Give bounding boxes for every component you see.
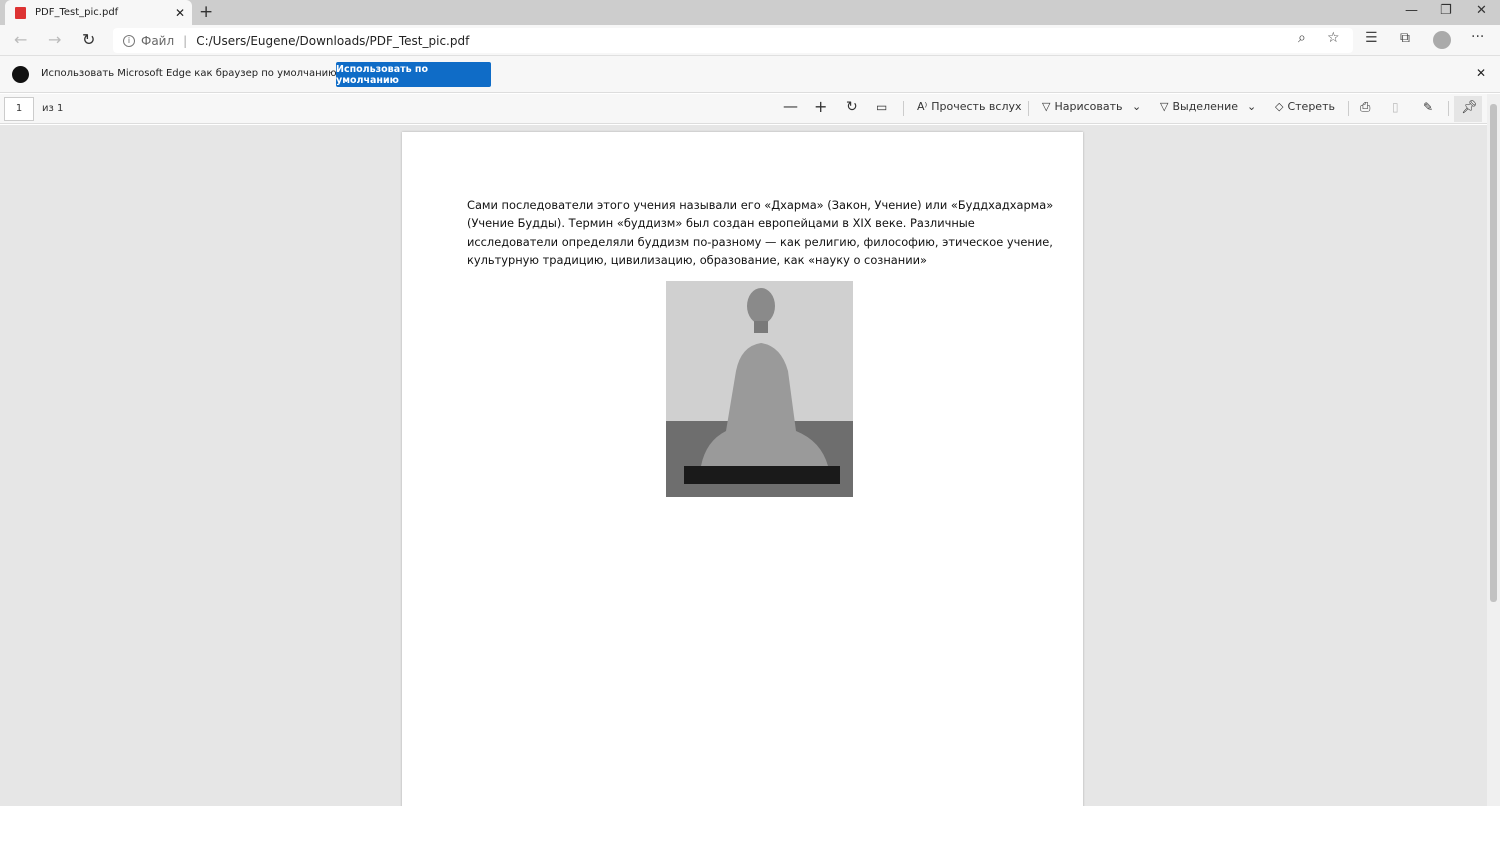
page-number-input[interactable]: 1 <box>4 97 34 121</box>
vertical-scrollbar[interactable] <box>1487 94 1500 806</box>
save-as-icon[interactable]: ✎ <box>1423 100 1433 114</box>
pen-icon: ▽ <box>1042 100 1051 113</box>
edge-logo-icon <box>12 66 29 83</box>
scrollbar-thumb[interactable] <box>1490 104 1497 602</box>
pdf-viewport: Сами последователи этого учения называли… <box>0 125 1487 806</box>
read-aloud-button[interactable]: A⁾ Прочесть вслух <box>917 100 1022 113</box>
document-paragraph: Сами последователи этого учения называли… <box>467 198 1054 267</box>
back-icon[interactable]: ← <box>14 30 27 49</box>
draw-button[interactable]: ▽ Нарисовать <box>1042 100 1123 113</box>
close-tab-icon[interactable]: ✕ <box>175 6 185 20</box>
draw-options-chevron-icon[interactable]: ⌄ <box>1132 100 1141 113</box>
highlight-options-chevron-icon[interactable]: ⌄ <box>1247 100 1256 113</box>
print-icon[interactable]: ⎙ <box>1360 100 1370 115</box>
pin-icon: 📌︎ <box>1461 100 1478 115</box>
collections-icon[interactable]: ⧉ <box>1400 30 1410 46</box>
tab-title: PDF_Test_pic.pdf <box>35 7 119 18</box>
set-default-button[interactable]: Использовать по умолчанию <box>336 62 491 87</box>
profile-avatar[interactable] <box>1433 31 1451 49</box>
highlighter-icon: ▽ <box>1160 100 1169 113</box>
read-aloud-icon: A⁾ <box>917 100 928 113</box>
scheme-label: Файл <box>141 33 175 48</box>
rotate-icon[interactable]: ↻ <box>846 99 858 115</box>
zoom-out-icon[interactable]: — <box>783 97 798 115</box>
more-icon[interactable]: ··· <box>1471 29 1484 45</box>
pdf-file-icon <box>15 6 26 19</box>
eraser-icon: ◇ <box>1275 100 1284 113</box>
highlight-button[interactable]: ▽ Выделение <box>1160 100 1238 113</box>
address-input[interactable]: i Файл | C:/Users/Eugene/Downloads/PDF_T… <box>113 28 1353 53</box>
address-bar-row: ← → ↻ i Файл | C:/Users/Eugene/Downloads… <box>0 25 1500 56</box>
url-text: C:/Users/Eugene/Downloads/PDF_Test_pic.p… <box>196 33 470 48</box>
refresh-icon[interactable]: ↻ <box>82 30 95 49</box>
fit-page-icon[interactable]: ▭ <box>876 100 887 114</box>
tab-pdf[interactable]: PDF_Test_pic.pdf ✕ <box>5 0 192 25</box>
pdf-toolbar: 1 из 1 — + ↻ ▭ A⁾ Прочесть вслух ▽ Нарисов… <box>0 94 1500 124</box>
pdf-page: Сами последователи этого учения называли… <box>402 132 1083 806</box>
favorites-icon[interactable]: ☰ <box>1365 30 1378 46</box>
default-browser-infobar: Использовать Microsoft Edge как браузер … <box>0 56 1500 93</box>
info-icon[interactable]: i <box>123 34 135 47</box>
infobar-message: Использовать Microsoft Edge как браузер … <box>41 68 342 79</box>
meditating-monk-image <box>666 281 853 497</box>
zoom-icon[interactable]: ⌕ <box>1298 30 1306 46</box>
close-window-icon[interactable]: ✕ <box>1476 3 1487 18</box>
new-tab-button[interactable]: + <box>199 2 213 22</box>
zoom-in-icon[interactable]: + <box>814 97 827 116</box>
forward-icon[interactable]: → <box>48 30 61 49</box>
minimize-icon[interactable]: — <box>1405 3 1418 18</box>
page-count: из 1 <box>42 103 64 114</box>
close-infobar-icon[interactable]: ✕ <box>1476 66 1486 80</box>
save-icon[interactable]: ▯ <box>1392 100 1399 114</box>
erase-button[interactable]: ◇ Стереть <box>1275 100 1335 113</box>
favorite-star-icon[interactable]: ☆ <box>1327 30 1340 46</box>
pin-toolbar-button[interactable]: 📌︎ <box>1454 96 1482 122</box>
restore-icon[interactable]: ❐ <box>1440 3 1452 18</box>
tab-strip: PDF_Test_pic.pdf ✕ + — ❐ ✕ <box>0 0 1500 25</box>
